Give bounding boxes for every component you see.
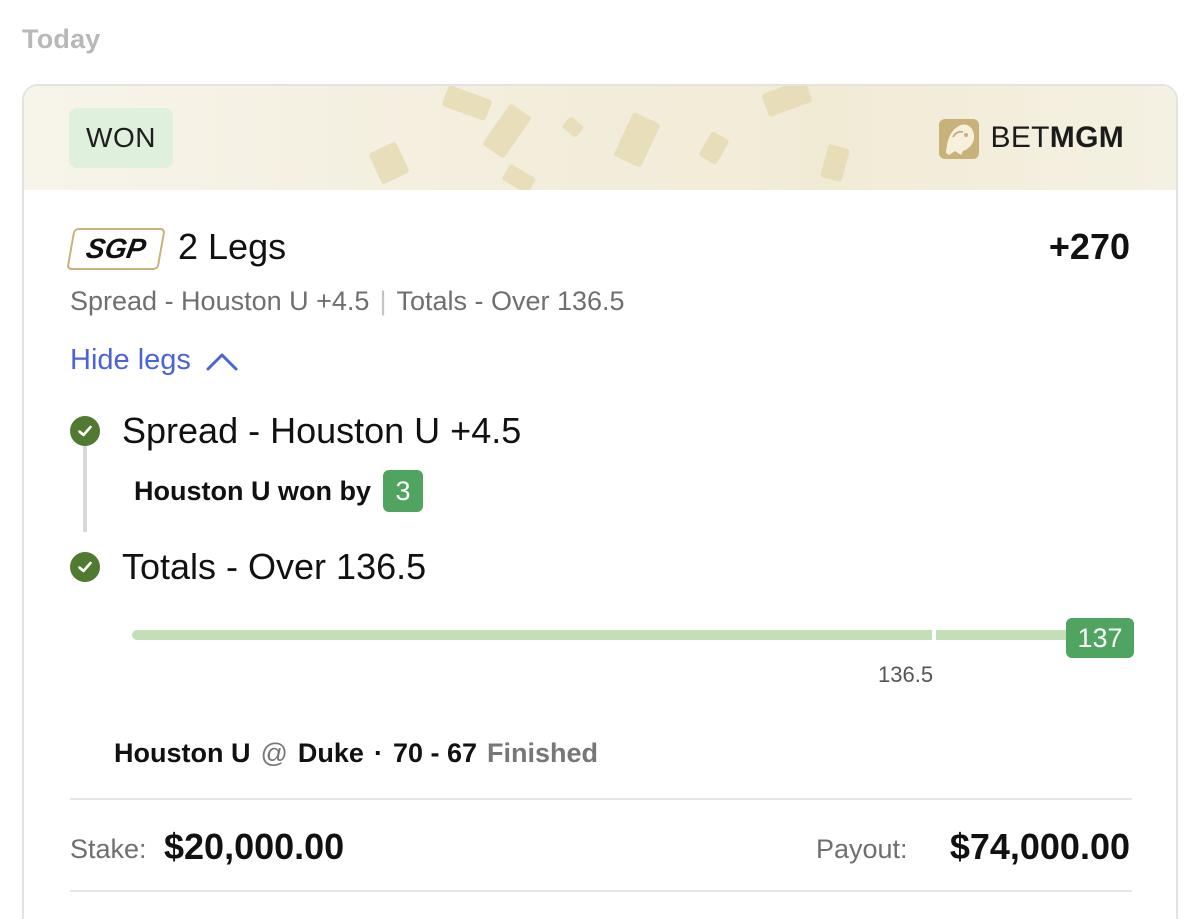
stake-value: $20,000.00: [164, 826, 345, 867]
threshold-tick: [932, 626, 936, 644]
check-circle-icon: [70, 416, 100, 446]
payout-value: $74,000.00: [949, 826, 1130, 867]
check-circle-icon: [70, 552, 100, 582]
status-badge: WON: [69, 108, 173, 168]
leg-title-spread: Spread - Houston U +4.5: [122, 410, 522, 451]
leg-result-text: Houston U won by: [134, 475, 371, 506]
away-team: Houston U: [114, 738, 251, 768]
hide-legs-label[interactable]: Hide legs: [70, 344, 191, 377]
current-total-badge: 137: [1066, 618, 1134, 658]
lion-logo-icon: [938, 119, 979, 159]
bet-card[interactable]: WON BETMGM SGP 2 Legs +270 Spread - Hous…: [22, 84, 1178, 919]
payout-label: Payout:: [816, 834, 908, 864]
leg-result-margin-badge: 3: [382, 470, 423, 512]
brand-suffix: MGM: [1049, 121, 1124, 154]
confetti-piece: [368, 141, 410, 185]
divider: [70, 798, 1132, 800]
game-score: 70 - 67: [392, 738, 477, 768]
confetti-piece: [698, 130, 730, 166]
legs-count-title: 2 Legs: [178, 226, 287, 267]
confetti-piece: [482, 103, 532, 159]
leg-title-totals: Totals - Over 136.5: [122, 546, 427, 587]
sgp-badge-label: SGP: [83, 233, 149, 264]
dot-separator: ·: [373, 738, 383, 768]
confetti-piece: [561, 115, 585, 139]
chevron-up-icon[interactable]: [205, 350, 239, 372]
leg-result-spread: Houston U won by 3: [134, 470, 423, 512]
home-team: Duke: [297, 738, 364, 768]
divider: [70, 890, 1132, 892]
bet-odds: +270: [1048, 226, 1130, 267]
confetti-piece: [819, 143, 851, 183]
betmgm-logo: BETMGM: [937, 114, 1124, 162]
at-symbol: @: [260, 738, 288, 768]
brand-prefix: BET: [990, 121, 1050, 154]
legs-summary-spread: Spread - Houston U +4.5: [70, 286, 370, 316]
totals-progress-bar: [132, 630, 1132, 640]
threshold-label: 136.5: [878, 662, 934, 687]
leg-connector-line: [83, 446, 87, 532]
confetti-piece: [441, 86, 493, 122]
bet-card-banner: WON BETMGM: [24, 86, 1176, 190]
confetti-piece: [761, 86, 813, 118]
game-status: Finished: [487, 738, 599, 768]
stake-label: Stake:: [70, 834, 147, 864]
hide-legs-toggle[interactable]: Hide legs: [70, 344, 239, 377]
game-summary: Houston U @ Duke · 70 - 67 Finished: [114, 738, 598, 769]
brand-wordmark: BETMGM: [991, 121, 1124, 155]
confetti-piece: [501, 163, 537, 190]
sgp-badge: SGP: [66, 228, 166, 270]
section-label-today: Today: [22, 24, 101, 54]
legs-summary-separator: |: [379, 286, 387, 316]
legs-summary-totals: Totals - Over 136.5: [396, 286, 625, 316]
confetti-piece: [613, 111, 661, 169]
legs-summary: Spread - Houston U +4.5 | Totals - Over 13…: [70, 286, 625, 317]
